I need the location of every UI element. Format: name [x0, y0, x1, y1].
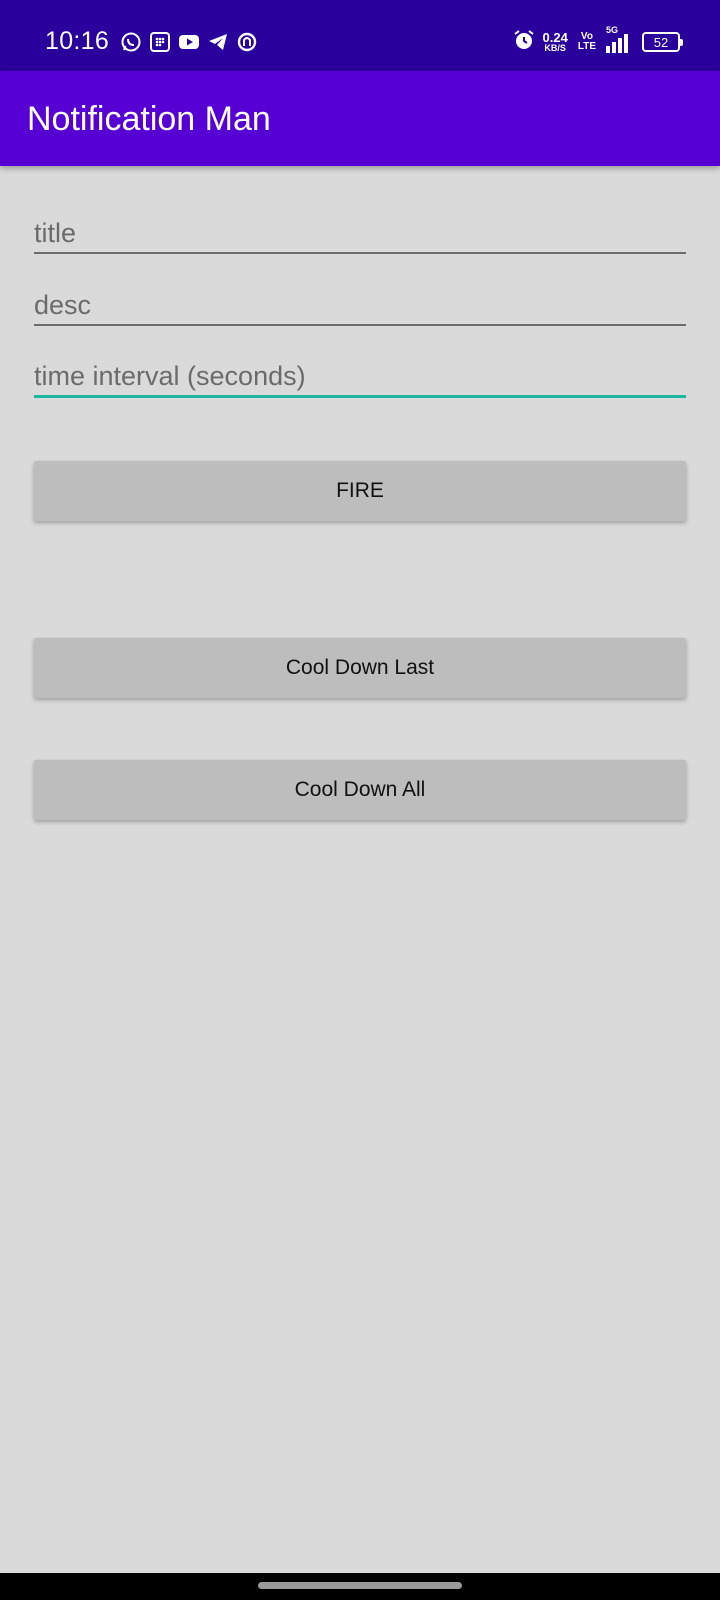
youtube-icon — [178, 31, 200, 53]
status-time: 10:16 — [45, 27, 110, 55]
network-speed: 0.24 KB/S — [542, 29, 568, 53]
cool-down-all-button[interactable]: Cool Down All — [34, 760, 686, 820]
network-type: 5G — [606, 25, 619, 35]
title-input[interactable] — [34, 202, 686, 258]
battery-level: 52 — [653, 34, 669, 50]
title-field[interactable] — [34, 202, 686, 258]
desc-input[interactable] — [34, 274, 686, 330]
volte-bottom: LTE — [577, 41, 596, 52]
page-title: Notification Man — [27, 100, 271, 138]
whatsapp-icon — [120, 31, 142, 53]
battery-icon: 52 — [642, 32, 683, 52]
cool-down-last-button[interactable]: Cool Down Last — [34, 638, 686, 698]
interval-field[interactable] — [34, 345, 686, 401]
desc-field[interactable] — [34, 274, 686, 330]
system-indicators: 0.24 KB/S Vo LTE 5G 52 — [513, 25, 683, 56]
app-grid-icon — [149, 31, 171, 53]
interval-input[interactable] — [34, 345, 686, 401]
signal-icon: 5G — [606, 25, 630, 53]
network-speed-unit: KB/S — [544, 42, 566, 53]
home-indicator[interactable] — [258, 1582, 462, 1589]
alarm-icon — [513, 29, 535, 56]
telegram-icon — [207, 31, 229, 53]
network-speed-value: 0.24 — [542, 29, 568, 45]
fire-button[interactable]: FIRE — [34, 461, 686, 521]
status-bar: 10:16 0.24 KB/S Vo LTE 5G 52 — [0, 0, 720, 71]
app-icon — [236, 31, 258, 53]
volte-indicator: Vo LTE — [578, 32, 596, 52]
notification-icons — [120, 30, 265, 54]
app-bar: Notification Man — [0, 71, 720, 166]
navigation-bar — [0, 1573, 720, 1600]
